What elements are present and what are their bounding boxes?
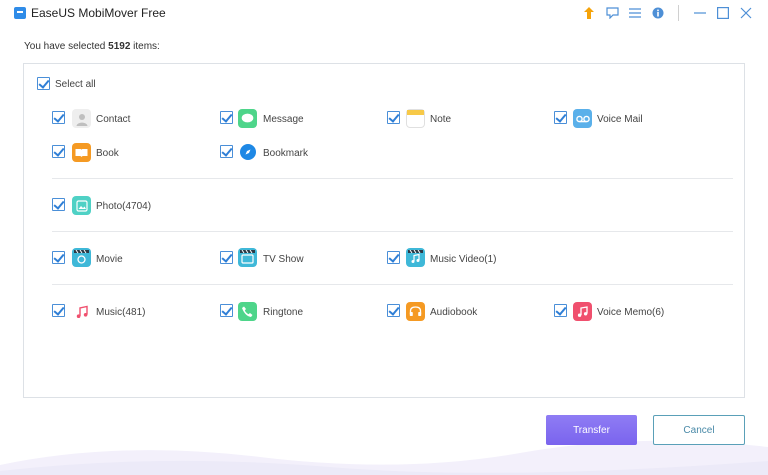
music-checkbox[interactable] [52,304,65,317]
voice-memo-label: Voice Memo(6) [597,307,665,318]
title-separator [678,5,679,21]
photo-icon [72,196,91,215]
audiobook-icon [406,302,425,321]
window-controls [576,4,756,22]
info-icon[interactable] [648,4,668,22]
photo-label: Photo(4704) [96,201,152,212]
section-divider [52,284,733,285]
category-panel: Select all Contact Message Note Voice Ma… [23,63,745,398]
upgrade-arrow-icon[interactable] [579,4,599,22]
music-icon [72,302,91,321]
note-checkbox[interactable] [387,111,400,124]
ringtone-checkbox[interactable] [220,304,233,317]
music-video-icon [406,248,425,267]
audiobook-checkbox[interactable] [387,304,400,317]
maximize-icon[interactable] [713,4,733,22]
minimize-icon[interactable] [690,4,710,22]
transfer-button[interactable]: Transfer [546,415,637,445]
ringtone-icon [238,302,257,321]
book-icon [72,143,91,162]
select-all-checkbox[interactable] [37,77,50,90]
tv-show-checkbox[interactable] [220,251,233,264]
summary-prefix: You have selected [24,41,109,52]
selected-count: 5192 [108,41,131,52]
voice-mail-icon [573,109,592,128]
photo-checkbox[interactable] [52,198,65,211]
voice-memo-checkbox[interactable] [554,304,567,317]
bookmark-icon [240,144,256,160]
summary-suffix: items: [130,41,160,52]
app-logo-icon [14,7,26,19]
audiobook-label: Audiobook [430,307,478,318]
selection-summary: You have selected 5192 items: [24,41,160,52]
book-checkbox[interactable] [52,145,65,158]
voice-mail-checkbox[interactable] [554,111,567,124]
close-icon[interactable] [736,4,756,22]
movie-checkbox[interactable] [52,251,65,264]
music-video-checkbox[interactable] [387,251,400,264]
ringtone-label: Ringtone [263,307,304,318]
feedback-icon[interactable] [602,4,622,22]
note-label: Note [430,114,452,125]
tv-show-label: TV Show [263,254,304,265]
section-divider [52,231,733,232]
contact-checkbox[interactable] [52,111,65,124]
book-label: Book [96,148,119,159]
cancel-button[interactable]: Cancel [653,415,745,445]
select-all-label[interactable]: Select all [55,79,96,90]
tv-show-icon [238,248,257,267]
movie-icon [72,248,91,267]
contact-icon [72,109,91,128]
menu-icon[interactable] [625,4,645,22]
bookmark-checkbox[interactable] [220,145,233,158]
note-icon [406,109,425,128]
title-bar: EaseUS MobiMover Free [0,0,768,26]
movie-label: Movie [96,254,123,265]
music-label: Music(481) [96,307,146,318]
contact-label: Contact [96,114,131,125]
voice-mail-label: Voice Mail [597,114,643,125]
bookmark-label: Bookmark [263,148,309,159]
app-title: EaseUS MobiMover Free [31,6,166,20]
message-label: Message [263,114,304,125]
voice-memo-icon [573,302,592,321]
message-checkbox[interactable] [220,111,233,124]
section-divider [52,178,733,179]
message-icon [238,109,257,128]
music-video-label: Music Video(1) [430,254,497,265]
